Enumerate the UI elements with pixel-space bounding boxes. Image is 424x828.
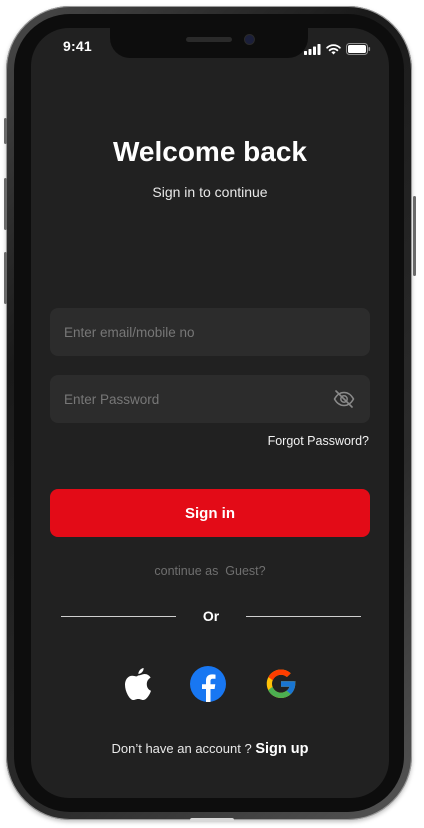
notch — [110, 28, 308, 58]
divider-label: Or — [202, 608, 220, 624]
password-input[interactable] — [64, 391, 332, 407]
or-divider: Or — [61, 606, 361, 626]
email-field-container — [50, 308, 370, 356]
signup-prompt: Don’t have an account ? — [111, 741, 252, 756]
guest-row: continue as Guest? — [31, 564, 389, 578]
google-icon[interactable] — [262, 665, 300, 703]
apple-icon[interactable] — [119, 665, 157, 703]
power-button — [413, 196, 416, 276]
eye-off-icon[interactable] — [332, 387, 356, 411]
facebook-icon[interactable] — [189, 665, 227, 703]
speaker-grille — [186, 37, 232, 42]
signup-row: Don’t have an account ? Sign up — [31, 741, 389, 757]
social-login-row — [31, 665, 389, 703]
divider-line-right — [246, 615, 361, 617]
page-title: Welcome back — [112, 136, 308, 167]
sign-in-button[interactable]: Sign in — [50, 489, 370, 537]
signal-icon — [304, 40, 321, 59]
status-icons — [304, 40, 371, 59]
volume-up-button — [4, 178, 7, 230]
forgot-password-link[interactable]: Forgot Password? — [268, 434, 369, 448]
volume-down-button — [4, 252, 7, 304]
status-time: 9:41 — [63, 38, 92, 54]
app-screen: 9:41 Welcome back Sign in to continue En… — [31, 28, 389, 798]
front-camera — [245, 35, 254, 44]
sign-up-link[interactable]: Sign up — [255, 741, 308, 757]
battery-icon — [346, 40, 371, 59]
guest-link[interactable]: Guest? — [225, 564, 265, 578]
email-input[interactable] — [64, 324, 356, 340]
mute-switch — [4, 118, 7, 144]
password-field-container — [50, 375, 370, 423]
guest-prefix: continue as — [154, 564, 219, 578]
page-subtitle: Sign in to continue — [152, 184, 268, 200]
divider-line-left — [61, 615, 176, 617]
home-indicator — [190, 818, 234, 822]
wifi-icon — [326, 40, 341, 59]
